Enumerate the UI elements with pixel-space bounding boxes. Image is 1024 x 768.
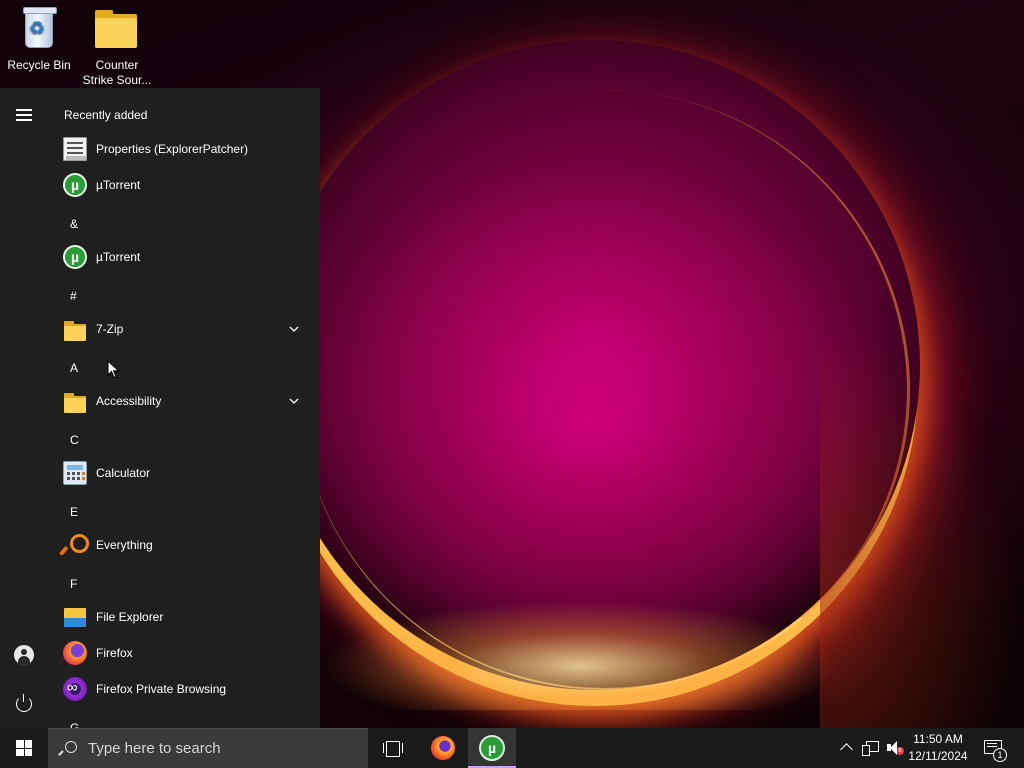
app-item-firefox[interactable]: Firefox bbox=[48, 635, 320, 671]
app-item-utorrent-recent[interactable]: µ µTorrent bbox=[48, 167, 320, 203]
clock-date: 12/11/2024 bbox=[908, 749, 968, 763]
taskbar-search-box[interactable]: Type here to search bbox=[48, 728, 368, 768]
task-view-icon bbox=[383, 741, 403, 757]
file-explorer-icon bbox=[63, 605, 87, 629]
utorrent-icon: µ bbox=[63, 173, 87, 197]
network-icon[interactable] bbox=[862, 740, 879, 756]
properties-icon bbox=[63, 137, 87, 161]
desktop-icon-counter-strike[interactable]: Counter Strike Sour... bbox=[79, 0, 155, 88]
group-header-ampersand[interactable]: & bbox=[48, 212, 320, 236]
search-placeholder: Type here to search bbox=[88, 740, 221, 757]
hamburger-icon bbox=[16, 109, 32, 121]
app-item-everything[interactable]: Everything bbox=[48, 527, 320, 563]
user-avatar-icon bbox=[14, 645, 34, 665]
chevron-down-icon bbox=[289, 398, 299, 404]
wallpaper-glow bbox=[320, 600, 840, 710]
clock-time: 11:50 AM bbox=[913, 732, 963, 746]
start-button[interactable] bbox=[0, 728, 48, 768]
chevron-down-icon bbox=[289, 326, 299, 332]
power-icon bbox=[16, 694, 32, 712]
app-item-calculator[interactable]: Calculator bbox=[48, 455, 320, 491]
app-item-file-explorer[interactable]: File Explorer bbox=[48, 599, 320, 635]
wallpaper-glow-right bbox=[820, 330, 1020, 728]
group-header-e[interactable]: E bbox=[48, 500, 320, 524]
taskbar-utorrent-button[interactable]: µ bbox=[468, 728, 516, 768]
app-item-firefox-private[interactable]: Firefox Private Browsing bbox=[48, 671, 320, 707]
expand-menu-button[interactable] bbox=[6, 97, 42, 133]
task-view-button[interactable] bbox=[368, 728, 416, 768]
recently-added-header: Recently added bbox=[64, 108, 148, 122]
group-header-g[interactable]: G bbox=[48, 716, 320, 728]
app-folder-accessibility[interactable]: Accessibility bbox=[48, 383, 320, 419]
volume-muted-icon[interactable]: x bbox=[886, 740, 904, 756]
firefox-icon bbox=[431, 736, 455, 760]
start-menu-rail bbox=[0, 88, 48, 728]
folder-icon bbox=[63, 317, 87, 341]
group-header-c[interactable]: C bbox=[48, 428, 320, 452]
app-list: Recently added Properties (ExplorerPatch… bbox=[48, 88, 320, 728]
firefox-private-icon bbox=[63, 677, 87, 701]
group-header-hash[interactable]: # bbox=[48, 284, 320, 308]
taskbar-firefox-button[interactable] bbox=[419, 728, 467, 768]
app-item-properties-explorerpatcher[interactable]: Properties (ExplorerPatcher) bbox=[48, 131, 320, 167]
notification-count-badge: 1 bbox=[993, 748, 1007, 762]
account-button[interactable] bbox=[6, 637, 42, 673]
everything-search-icon bbox=[63, 533, 89, 557]
show-hidden-icons-button[interactable] bbox=[839, 740, 855, 756]
mouse-cursor-icon bbox=[107, 360, 120, 379]
folder-icon bbox=[93, 6, 141, 54]
utorrent-icon: µ bbox=[479, 735, 505, 761]
app-folder-7zip[interactable]: 7-Zip bbox=[48, 311, 320, 347]
muted-badge: x bbox=[896, 747, 904, 755]
desktop-icon-label: Counter Strike Sour... bbox=[82, 58, 152, 87]
power-button[interactable] bbox=[6, 686, 42, 722]
calculator-icon bbox=[63, 461, 87, 485]
system-clock[interactable]: 11:50 AM 12/11/2024 bbox=[904, 731, 972, 765]
desktop-icon-label: Recycle Bin bbox=[7, 58, 71, 72]
search-icon bbox=[62, 741, 77, 755]
start-menu: Recently added Properties (ExplorerPatch… bbox=[0, 88, 320, 728]
group-header-f[interactable]: F bbox=[48, 572, 320, 596]
group-header-a[interactable]: A bbox=[48, 356, 320, 380]
windows-logo-icon bbox=[16, 740, 32, 756]
firefox-icon bbox=[63, 641, 87, 665]
taskbar: Type here to search µ x 11:50 AM 12/11/2… bbox=[0, 728, 1024, 768]
app-item-utorrent[interactable]: µ µTorrent bbox=[48, 239, 320, 275]
utorrent-icon: µ bbox=[63, 245, 87, 269]
recycle-bin-icon: ♻ bbox=[15, 6, 63, 54]
folder-icon bbox=[63, 389, 87, 413]
desktop-icon-recycle-bin[interactable]: ♻ Recycle Bin bbox=[1, 0, 77, 73]
